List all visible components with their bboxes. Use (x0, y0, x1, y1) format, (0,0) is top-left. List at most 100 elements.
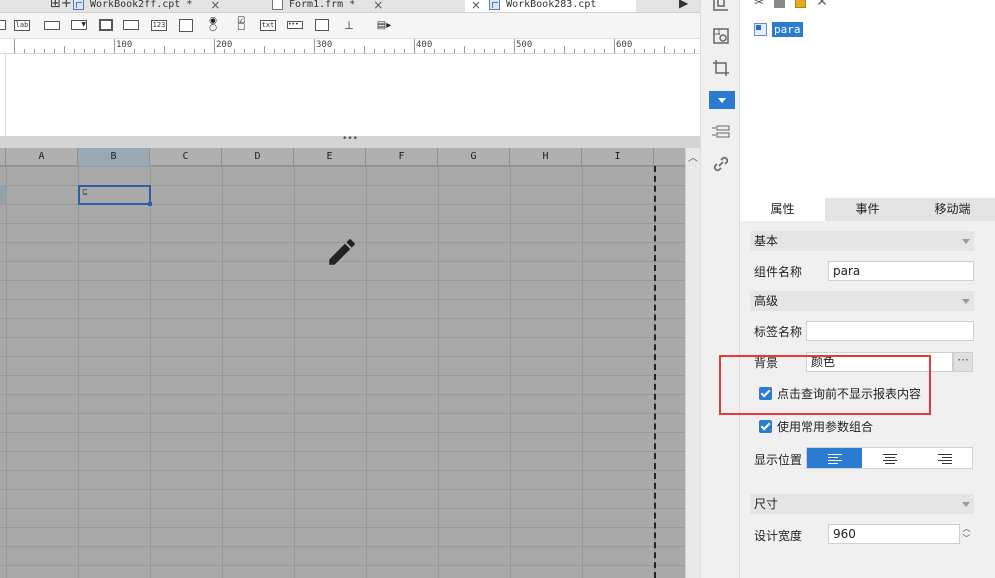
label-widget-icon[interactable]: lab (13, 17, 31, 33)
widget-settings-icon[interactable] (711, 26, 731, 46)
ruler-tick (64, 46, 65, 53)
frame-widget-icon[interactable] (0, 17, 10, 33)
stepper-up-icon[interactable]: ︿ (960, 524, 973, 534)
radio-group-icon[interactable]: ◉ ○ (204, 17, 222, 33)
align-right-button[interactable] (917, 448, 972, 468)
ruler-tick (614, 39, 615, 53)
align-left-button[interactable] (807, 448, 862, 468)
tree-node-para[interactable]: para (754, 22, 803, 37)
close-icon[interactable]: × (373, 0, 383, 12)
new-tab-icon[interactable]: ⊞+ (50, 0, 72, 11)
widget-name-input[interactable]: para (828, 261, 974, 281)
align-center-button[interactable] (862, 448, 917, 468)
text-widget-icon[interactable]: txt (259, 17, 277, 33)
column-header-d[interactable]: D (222, 148, 294, 166)
number-widget-icon[interactable]: 123 (150, 17, 168, 33)
copy-icon[interactable] (774, 0, 786, 8)
ruler-tick (454, 49, 455, 53)
column-header-h[interactable]: H (510, 148, 582, 166)
ruler-tick (564, 46, 565, 53)
ruler-tick (664, 46, 665, 53)
column-header-c[interactable]: C (150, 148, 222, 166)
section-basic[interactable]: 基本 (750, 231, 974, 251)
more-icon[interactable]: ▤▸ (375, 17, 393, 33)
selected-cell[interactable]: ⊑ (78, 185, 152, 206)
cell-grid[interactable] (0, 166, 685, 578)
link-icon[interactable] (711, 154, 731, 174)
horizontal-ruler: 100 200 300 400 500 600 (0, 39, 700, 54)
ruler-tick (334, 49, 335, 53)
ruler-tick (154, 49, 155, 53)
close-icon[interactable]: × (210, 0, 220, 12)
ruler-label: 300 (316, 40, 333, 50)
ruler-tick (544, 49, 545, 53)
spreadsheet-area[interactable]: ABCDEFGHI ⊑ ︿ (0, 148, 700, 578)
ruler-tick (434, 49, 435, 53)
dropdown-panel-icon[interactable] (709, 91, 735, 109)
ruler-tick (384, 49, 385, 53)
ruler-tick (684, 49, 685, 53)
pane-splitter[interactable]: ••• (0, 135, 700, 148)
design-width-input[interactable]: 960 (828, 524, 960, 544)
column-header-b[interactable]: B (78, 148, 150, 166)
align-left-icon (827, 453, 842, 464)
tab-workbook283[interactable]: × WorkBook283.cpt (465, 0, 637, 12)
crop-icon[interactable] (711, 58, 731, 78)
use-param-combo-checkbox[interactable]: 使用常用参数组合 (759, 418, 873, 435)
cpt-file-icon (489, 0, 501, 10)
tab-events[interactable]: 事件 (825, 198, 910, 221)
tag-name-input[interactable] (806, 321, 974, 341)
ruler-tick (584, 49, 585, 53)
number-input-icon[interactable] (122, 17, 140, 33)
ruler-tick (504, 49, 505, 53)
cut-icon[interactable]: ✂ (754, 0, 764, 9)
ruler-tick (604, 49, 605, 53)
stepper-down-icon[interactable]: ﹀ (960, 534, 973, 544)
ruler-tick (634, 49, 635, 53)
design-width-stepper[interactable]: ︿ ﹀ (960, 524, 973, 544)
tree-widget-icon[interactable]: ⊥ (340, 17, 358, 33)
delete-icon[interactable]: ✕ (816, 0, 828, 10)
tab-properties[interactable]: 属性 (740, 198, 825, 221)
tab-workbook2ff[interactable]: WorkBook2ff.cpt * × (73, 0, 220, 12)
ruler-tick (554, 49, 555, 53)
column-header-i[interactable]: I (582, 148, 654, 166)
background-more-button[interactable]: ··· (953, 352, 973, 372)
tab-mobile[interactable]: 移动端 (910, 198, 995, 221)
column-header-e[interactable]: E (294, 148, 366, 166)
section-advanced[interactable]: 高级 (750, 291, 974, 311)
close-icon[interactable]: × (471, 0, 481, 12)
ruler-tick (414, 39, 415, 53)
column-header-g[interactable]: G (438, 148, 510, 166)
text-input-icon[interactable] (43, 17, 61, 33)
layout-icon[interactable] (711, 0, 731, 14)
checkbox-group-icon[interactable]: ☑ ☐ (232, 17, 250, 33)
ruler-tick (244, 49, 245, 53)
side-icon-strip (700, 0, 740, 578)
section-size[interactable]: 尺寸 (750, 494, 974, 514)
highlight-annotation-box (719, 355, 931, 415)
dropdown-icon[interactable]: ▼ (70, 17, 88, 33)
list-widget-icon[interactable] (177, 17, 195, 33)
vertical-scrollbar[interactable]: ︿ (685, 148, 700, 578)
button-widget-icon[interactable] (97, 17, 115, 33)
paste-icon[interactable] (795, 0, 807, 8)
password-icon[interactable]: ••• (286, 17, 304, 33)
form-layout-icon[interactable] (711, 122, 731, 142)
column-header-f[interactable]: F (366, 148, 438, 166)
fill-handle[interactable] (148, 202, 152, 206)
ruler-label: 100 (116, 40, 133, 50)
scroll-up-icon[interactable]: ︿ (688, 149, 698, 164)
tab-form1[interactable]: Form1.frm * × (272, 0, 383, 12)
ruler-tick (314, 39, 315, 53)
tag-name-label: 标签名称 (754, 325, 803, 339)
column-header: ABCDEFGHI (0, 148, 685, 166)
parameter-pane[interactable] (0, 54, 700, 136)
ruler-tick (404, 49, 405, 53)
column-header-a[interactable]: A (6, 148, 78, 166)
date-widget-icon[interactable] (313, 17, 331, 33)
ruler-tick (24, 49, 25, 53)
ruler-tick (534, 49, 535, 53)
ruler-tick (344, 49, 345, 53)
tab-scroll-icon[interactable]: ▶ (679, 0, 688, 10)
